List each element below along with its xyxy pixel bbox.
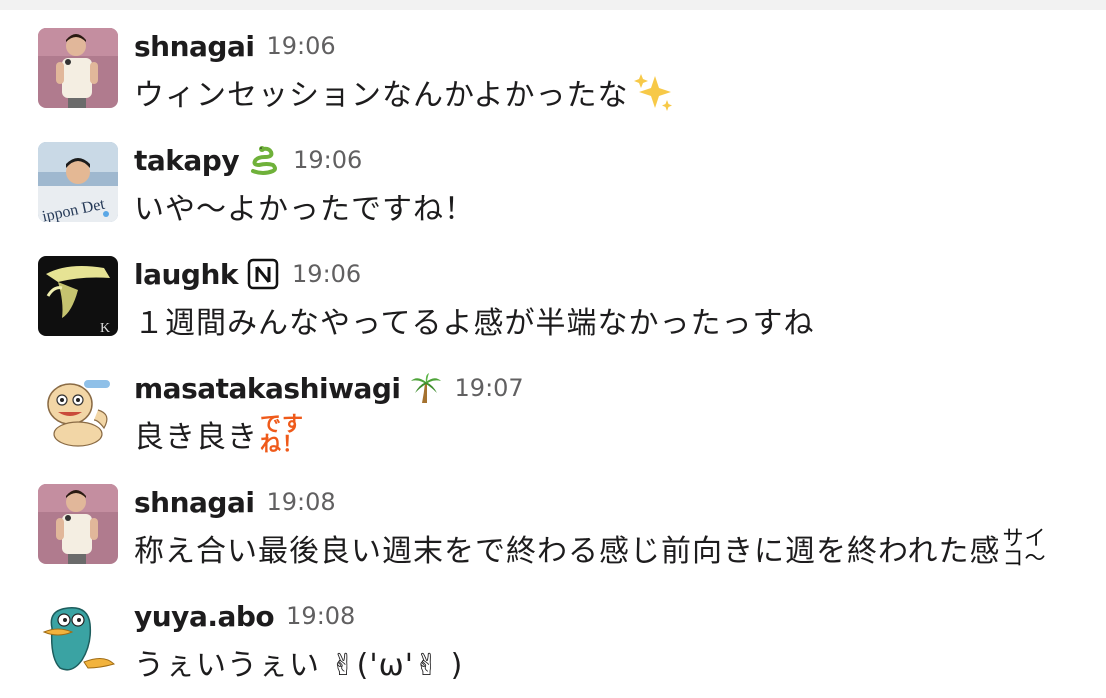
message-item: K laughk 19:06 １週間みんなやってるよ感が半端なかったっすね: [38, 256, 1098, 356]
timestamp[interactable]: 19:08: [286, 602, 355, 630]
avatar[interactable]: [38, 484, 118, 564]
message-text: うぇいうぇい ✌('ω'✌ ): [134, 648, 464, 683]
author-name[interactable]: shnagai: [134, 30, 255, 63]
avatar[interactable]: [38, 598, 118, 678]
timestamp[interactable]: 19:06: [266, 32, 335, 60]
message-text: 良き良き: [134, 420, 258, 455]
avatar[interactable]: ippon Det: [38, 142, 118, 222]
svg-text:K: K: [100, 321, 110, 336]
timestamp[interactable]: 19:06: [292, 260, 361, 288]
top-edge: [0, 0, 1106, 10]
palm-tree-icon[interactable]: [409, 371, 443, 405]
timestamp[interactable]: 19:07: [455, 374, 524, 402]
message-text: １週間みんなやってるよ感が半端なかったっすね: [134, 306, 815, 341]
message-text: 称え合い最後良い週末をで終わる感じ前向きに週を終われた感: [134, 534, 1001, 569]
notion-icon[interactable]: [246, 257, 280, 291]
desune-sticker: です ね！: [260, 412, 304, 456]
message-item: ippon Det takapy 19:06 いや〜よかったですね！: [38, 142, 1098, 242]
author-name[interactable]: laughk: [134, 258, 239, 291]
saiko-sticker: サイ コ〜: [1002, 526, 1047, 570]
message-item: shnagai 19:06 ウィンセッションなんかよかったな: [38, 28, 1098, 128]
author-name[interactable]: shnagai: [134, 486, 255, 519]
avatar[interactable]: [38, 28, 118, 108]
message-text: いや〜よかったですね！: [134, 192, 475, 227]
sticker-line: です: [260, 412, 304, 436]
timestamp[interactable]: 19:08: [266, 488, 335, 516]
sticker-line: ね！: [260, 432, 304, 456]
sticker-line: コ〜: [1002, 546, 1047, 570]
message-item: masatakashiwagi 19:07 良き良き です ね！: [38, 370, 1098, 470]
author-name[interactable]: takapy: [134, 144, 240, 177]
snake-icon[interactable]: [247, 143, 281, 177]
author-name[interactable]: masatakashiwagi: [134, 372, 401, 405]
avatar[interactable]: [38, 370, 118, 450]
author-name[interactable]: yuya.abo: [134, 600, 275, 633]
avatar[interactable]: K: [38, 256, 118, 336]
sticker-line: サイ: [1002, 526, 1047, 550]
timestamp[interactable]: 19:06: [293, 146, 362, 174]
message-text: ウィンセッションなんかよかったな: [134, 78, 629, 113]
sparkles-icon: [631, 70, 675, 114]
message-item: shnagai 19:08 称え合い最後良い週末をで終わる感じ前向きに週を終われ…: [38, 484, 1098, 584]
message-item: yuya.abo 19:08 うぇいうぇい ✌('ω'✌ ): [38, 598, 1098, 698]
